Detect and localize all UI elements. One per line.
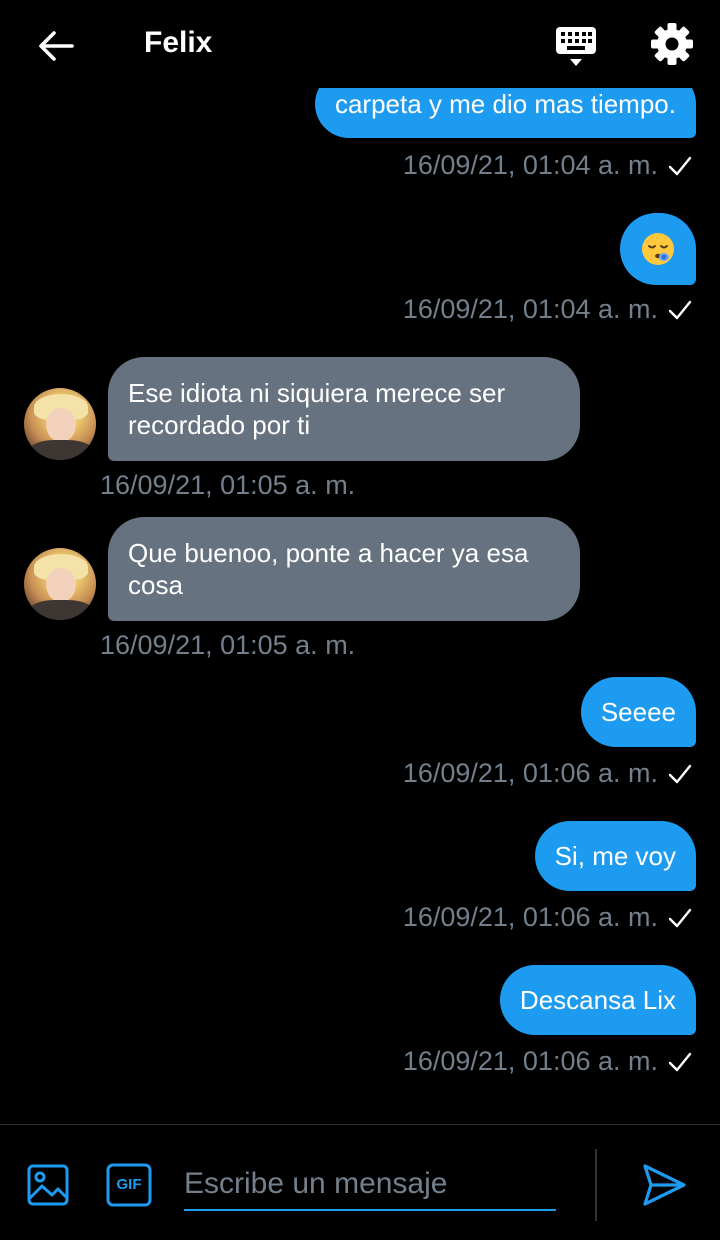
message-text: Descansa Lix [519,985,676,1015]
message-text: Que buenoo, ponte a hacer ya esa cosa [128,538,529,600]
keyboard-icon[interactable] [552,22,600,70]
check-icon [668,156,692,176]
image-icon[interactable] [26,1163,70,1207]
message-text: Seeee [600,697,676,727]
message-timestamp: 16/09/21, 01:05 a. m. [100,630,356,660]
sleepy-face-emoji-icon [642,233,674,265]
check-icon [668,300,692,320]
contact-avatar[interactable] [24,388,96,460]
message-timestamp: 16/09/21, 01:06 a. m. [402,902,658,932]
message-bubble-outgoing[interactable]: Descansa Lix [499,965,696,1035]
conversation-title[interactable]: Felix [144,26,212,60]
check-icon [668,764,692,784]
message-timestamp: 16/09/21, 01:05 a. m. [100,470,356,500]
message-text: carpeta y me dio mas tiempo. [334,89,676,119]
contact-avatar[interactable] [24,548,96,620]
message-bubble-incoming[interactable]: Ese idiota ni siquiera merece ser record… [108,357,580,461]
arrow-left-icon[interactable] [34,24,78,68]
composer-divider [595,1149,597,1221]
dm-conversation-screen: carpeta y me dio mas tiempo. 16/09/21, 0… [0,0,720,1240]
message-text: Si, me voy [554,841,676,871]
gif-label: GIF [116,1176,142,1193]
conversation-header: Felix [0,0,720,88]
message-bubble-outgoing[interactable]: Si, me voy [534,821,696,891]
check-icon [668,1052,692,1072]
gif-button[interactable]: GIF [106,1163,152,1207]
gear-icon[interactable] [648,20,696,68]
message-composer: GIF [0,1124,720,1240]
message-timestamp: 16/09/21, 01:06 a. m. [402,1046,658,1076]
message-input[interactable] [184,1159,556,1211]
check-icon [668,908,692,928]
message-list[interactable]: carpeta y me dio mas tiempo. 16/09/21, 0… [0,0,720,1124]
message-bubble-outgoing[interactable] [620,213,696,285]
send-icon[interactable] [640,1161,688,1209]
message-bubble-incoming[interactable]: Que buenoo, ponte a hacer ya esa cosa [108,517,580,621]
message-bubble-outgoing[interactable]: Seeee [580,677,696,747]
message-text: Ese idiota ni siquiera merece ser record… [128,378,506,440]
message-timestamp: 16/09/21, 01:04 a. m. [402,150,658,180]
message-timestamp: 16/09/21, 01:04 a. m. [402,294,658,324]
message-timestamp: 16/09/21, 01:06 a. m. [402,758,658,788]
